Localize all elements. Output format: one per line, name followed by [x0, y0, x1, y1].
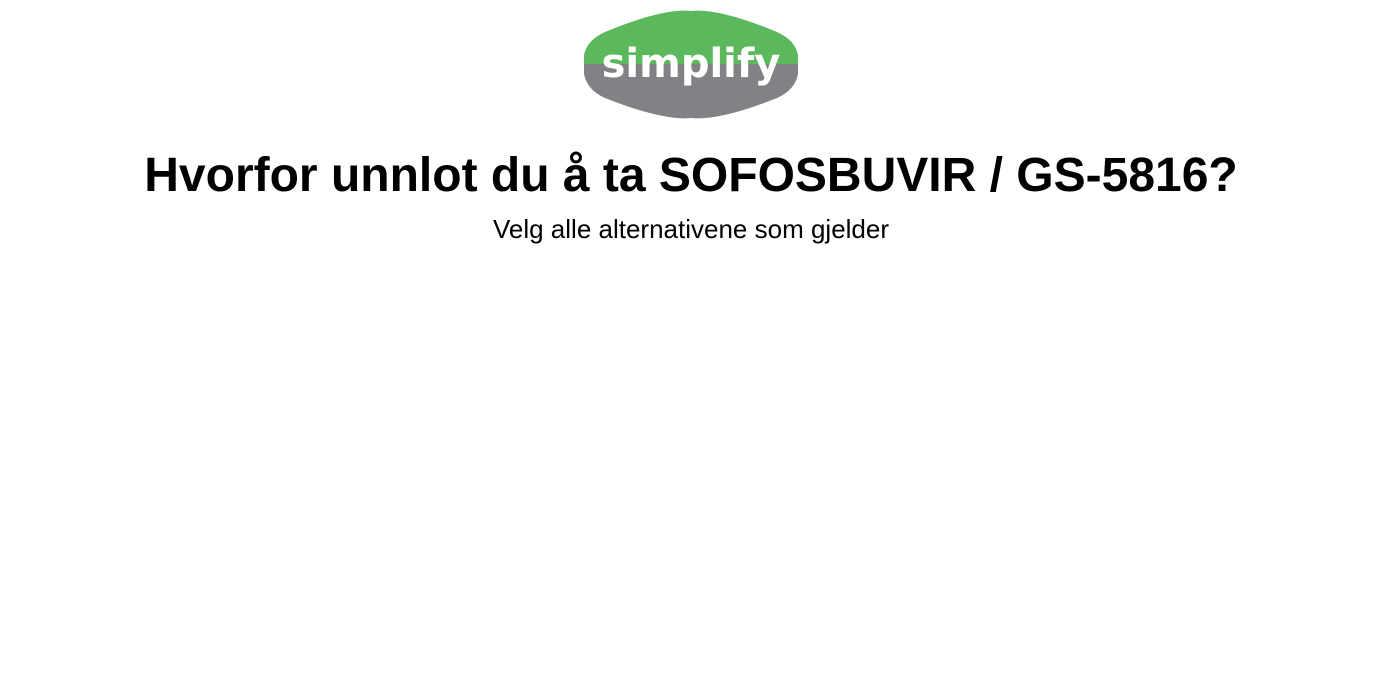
question-title: Hvorfor unnlot du å ta SOFOSBUVIR / GS-5… — [144, 149, 1238, 202]
survey-page: simplify Hvorfor unnlot du å ta SOFOSBUV… — [0, 0, 1382, 683]
simplify-logo: simplify — [583, 10, 799, 119]
answers-area — [0, 260, 1382, 680]
question-subtitle: Velg alle alternativene som gjelder — [492, 214, 890, 244]
logo-badge: simplify — [584, 10, 798, 119]
logo-text: simplify — [602, 41, 781, 87]
